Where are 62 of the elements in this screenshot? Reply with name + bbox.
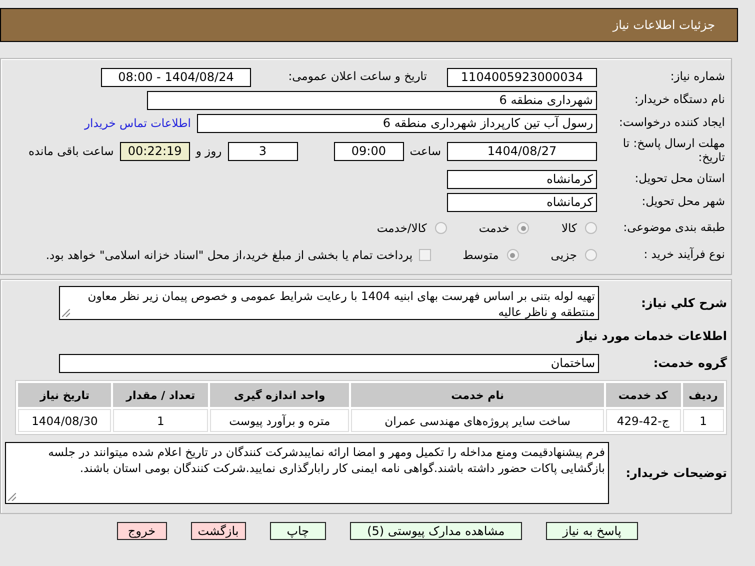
text-field[interactable]: کرمانشاه xyxy=(447,192,597,212)
notes-field[interactable]: فرم پیشنهادقیمت ومنع مداخله را تکمیل ومهر و امضا ارائه نمایبدشرکت کنندگان در تاریخ اعلام شده میتوانند در جلسه بازگشایی پاکات حضور داشته باشند.گواهی نامه ایمنی کار رابارگذاری نمایید.شرکت کنندگان بومی استان باشند. xyxy=(5,442,609,504)
field-label: توضیحات خریدار: xyxy=(624,466,727,480)
text-field[interactable]: شهرداری منطقه 6 xyxy=(147,90,597,110)
radio-button[interactable] xyxy=(506,249,519,261)
option-label: کالا/خدمت xyxy=(376,221,427,235)
column-header: کد خدمت xyxy=(606,383,681,407)
table-cell: ج-42-429 xyxy=(606,409,681,432)
checkbox[interactable] xyxy=(418,249,431,261)
field-label: ساعت باقی مانده xyxy=(28,144,114,158)
field-label: روز و xyxy=(196,144,222,158)
field-label: شهر محل تحویل: xyxy=(640,195,725,209)
action-button[interactable]: چاپ xyxy=(270,522,326,540)
page-title: جزئیات اطلاعات نیاز xyxy=(612,18,715,32)
action-button[interactable]: مشاهده مدارک پیوستی (5) xyxy=(350,522,522,540)
column-header: ردیف xyxy=(682,383,724,407)
resize-grip-icon[interactable] xyxy=(8,493,16,501)
radio-button[interactable] xyxy=(434,222,447,234)
field-label: ایجاد کننده درخواست: xyxy=(618,116,725,130)
radio-button[interactable] xyxy=(585,222,597,234)
table-cell: 1 xyxy=(113,409,208,432)
column-header: نام خدمت xyxy=(351,383,604,407)
field-label: گروه خدمت: xyxy=(652,356,727,370)
action-button[interactable]: بازگشت xyxy=(190,522,246,540)
section-heading: اطلاعات خدمات مورد نیاز xyxy=(575,328,727,344)
text-field[interactable]: کرمانشاه xyxy=(447,170,597,188)
action-button[interactable]: پاسخ به نیاز xyxy=(546,522,638,540)
text-field[interactable]: 1404/08/24 - 08:00 xyxy=(101,68,251,86)
field-label: ساعت xyxy=(410,144,441,158)
resize-grip-icon[interactable] xyxy=(62,309,70,317)
table-cell: 1 xyxy=(682,409,724,432)
description-field[interactable]: تهیه لوله بتنی بر اساس فهرست بهای ابنیه 1404 با رعایت شرایط عمومی و خصوص پیمان زیر نظر معاون منتطقه و ناظر عالیه xyxy=(59,286,599,320)
field-label: نام دستگاه خریدار: xyxy=(633,93,725,107)
countdown-field[interactable]: 00:22:19 xyxy=(120,142,190,160)
option-label: متوسط xyxy=(462,248,499,262)
buyer-contact-link[interactable]: اطلاعات تماس خریدار xyxy=(84,116,191,130)
text-field[interactable]: 09:00 xyxy=(334,142,404,160)
column-header: تاریخ نیاز xyxy=(18,383,112,407)
field-label: استان محل تحویل: xyxy=(634,172,725,186)
table-cell: متره و برآورد پیوست xyxy=(210,409,350,432)
field-label: نوع فرآیند خرید : xyxy=(642,248,725,262)
table-cell: ساخت سایر پروژه‌های مهندسی عمران xyxy=(351,409,604,432)
text-field[interactable]: ساختمان xyxy=(59,354,599,372)
field-label: تاریخ و ساعت اعلان عمومی: xyxy=(287,70,427,84)
column-header: واحد اندازه گیری xyxy=(210,383,350,407)
radio-button[interactable] xyxy=(517,222,530,234)
field-label: طبقه بندی موضوعی: xyxy=(622,221,725,235)
table-cell: 1404/08/30 xyxy=(18,409,112,432)
radio-button[interactable] xyxy=(585,249,597,261)
text-field[interactable]: رسول آب تین کارپرداز شهرداری منطقه 6 xyxy=(197,114,597,132)
text-field[interactable]: 1104005923000034 xyxy=(447,68,597,86)
text-field[interactable]: 1404/08/27 xyxy=(447,142,597,160)
checkbox-label: پرداخت تمام یا بخشی از مبلغ خرید،از محل "اسناد خزانه اسلامی" خواهد بود. xyxy=(46,248,413,262)
field-label: شماره نیاز: xyxy=(669,70,725,84)
action-button[interactable]: خروج xyxy=(116,522,167,540)
column-header: تعداد / مقدار xyxy=(113,383,208,407)
text-field[interactable]: 3 xyxy=(228,142,298,160)
option-label: جزیی xyxy=(550,248,577,262)
option-label: کالا xyxy=(561,221,577,235)
field-label: مهلت ارسال پاسخ: تا تاریخ: xyxy=(622,137,725,165)
option-label: خدمت xyxy=(478,221,510,235)
field-label: شرح کلي نیاز: xyxy=(640,296,727,310)
